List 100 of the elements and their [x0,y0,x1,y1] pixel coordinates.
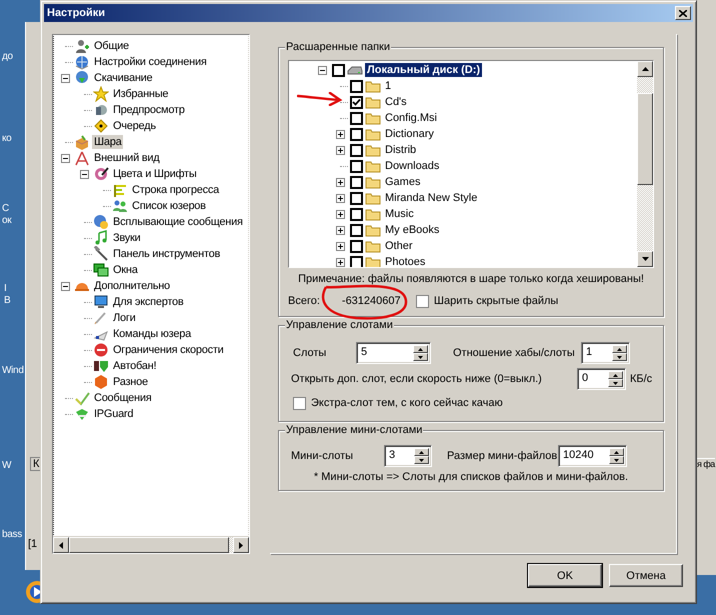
down-arrow-icon[interactable] [419,458,424,462]
expand-icon[interactable] [336,226,344,234]
right-arrow-icon[interactable] [239,542,243,548]
tree-item[interactable]: Сообщения [92,391,154,405]
tree-item[interactable]: Other [383,239,415,253]
tree-item[interactable]: Config.Msi [383,111,439,125]
checkbox[interactable] [350,96,363,108]
tree-item[interactable]: Внешний вид [92,151,162,165]
desktop-icon-label[interactable]: Wind [2,365,24,376]
tree-item[interactable]: Логи [111,311,138,325]
tree-item[interactable]: Звуки [111,231,142,245]
tree-item[interactable]: Разное [111,375,150,389]
expand-icon[interactable] [336,178,344,186]
checkbox[interactable] [416,294,429,308]
spin-field[interactable]: 1 [581,342,630,364]
tree-item[interactable]: Music [383,207,416,221]
desktop-icon-label[interactable]: С [2,203,9,214]
tree-item[interactable]: Дополнительно [92,279,172,293]
collapse-icon[interactable] [60,282,70,290]
tree-item[interactable]: Настройки соединения [92,55,209,69]
checkbox[interactable] [350,192,363,204]
vertical-scrollbar[interactable] [637,61,653,267]
down-arrow-icon[interactable] [642,257,648,261]
checkbox[interactable] [350,144,363,156]
tree-item[interactable]: Строка прогресса [130,183,222,197]
up-arrow-icon[interactable] [419,450,424,454]
tree-item[interactable]: Очередь [111,119,158,133]
down-arrow-icon[interactable] [617,356,622,358]
checkbox[interactable] [332,64,345,76]
tree-item[interactable]: Избранные [111,87,170,101]
horizontal-scrollbar[interactable] [53,536,249,553]
down-arrow-icon[interactable] [614,458,619,462]
checkbox-label[interactable]: Экстра-слот тем, с кого сейчас качаю [311,397,503,409]
desktop-icon-label[interactable]: W [2,460,12,471]
tree-item[interactable]: Ограничения скорости [111,343,226,357]
tree-item[interactable]: Общие [92,39,131,53]
tree-item[interactable]: 1 [383,79,394,93]
tree-item[interactable]: IPGuard [92,407,136,421]
checkbox[interactable] [350,128,363,140]
tree-item[interactable]: Команды юзера [111,327,193,341]
tree-item[interactable]: Окна [111,263,140,277]
left-arrow-icon[interactable] [59,542,63,548]
spin-field[interactable]: 3 [384,445,432,467]
expand-icon[interactable] [336,194,344,202]
tree-item[interactable]: Панель инструментов [111,247,222,261]
expand-icon[interactable] [336,258,344,266]
tree-item[interactable]: Предпросмотр [111,103,187,117]
down-arrow-icon[interactable] [613,382,618,384]
checkbox[interactable] [350,176,363,188]
checkbox-label[interactable]: Шарить скрытые файлы [434,295,558,307]
checkbox[interactable] [350,80,363,92]
desktop-icon-label[interactable]: I [4,283,6,294]
down-arrow-icon[interactable] [418,356,423,358]
desktop-icon-label[interactable]: ко [2,133,12,144]
tree-item[interactable]: Шара [92,135,124,149]
tree-item[interactable]: Для экспертов [111,295,186,309]
tree-item[interactable]: Локальный диск (D:) [365,63,482,77]
tree-item[interactable]: Скачивание [92,71,154,85]
tree-item[interactable]: Список юзеров [130,199,208,213]
up-arrow-icon[interactable] [418,348,423,350]
desktop-icon-label[interactable]: bass [2,529,22,540]
checkbox[interactable] [350,112,363,124]
collapse-icon[interactable] [80,170,88,178]
expand-icon[interactable] [336,242,344,250]
checkbox[interactable] [350,240,363,252]
desktop-icon-label[interactable]: B [4,295,10,306]
tree-item[interactable]: Distrib [383,143,418,157]
tree-item[interactable]: Cd's [383,95,409,109]
cancel-button[interactable]: Отмена [609,564,683,587]
tree-item[interactable]: My eBooks [383,223,442,237]
close-button[interactable] [675,6,691,20]
up-arrow-icon[interactable] [617,348,622,350]
collapse-icon[interactable] [60,154,70,162]
desktop-icon-label[interactable]: ок [2,215,12,226]
tree-item[interactable]: Dictionary [383,127,436,141]
tree-item[interactable]: Автобан! [111,359,158,373]
spin-field[interactable]: 0 [577,368,626,390]
checkbox[interactable] [350,160,363,172]
checkbox[interactable] [350,208,363,220]
expand-icon[interactable] [336,130,344,138]
up-arrow-icon[interactable] [613,374,618,376]
up-arrow-icon[interactable] [614,450,619,454]
checkbox[interactable] [293,396,306,410]
desktop-icon-label[interactable]: до [2,51,13,62]
expand-icon[interactable] [336,210,344,218]
checkbox[interactable] [350,224,363,236]
expand-icon[interactable] [336,146,344,154]
collapse-icon[interactable] [318,66,326,74]
tree-item[interactable]: Downloads [383,159,442,173]
spin-field[interactable]: 10240 [558,445,627,467]
up-arrow-icon[interactable] [642,67,648,71]
checkbox[interactable] [350,256,363,267]
spin-field[interactable]: 5 [356,342,431,364]
tree-item[interactable]: Photoes [383,255,428,267]
tree-item[interactable]: Games [383,175,422,189]
collapse-icon[interactable] [60,74,70,82]
tree-item[interactable]: Miranda New Style [383,191,480,205]
tree-item[interactable]: Всплывающие сообщения [111,215,245,229]
tree-item[interactable]: Цвета и Шрифты [111,167,198,181]
ok-button[interactable]: OK [528,564,602,587]
